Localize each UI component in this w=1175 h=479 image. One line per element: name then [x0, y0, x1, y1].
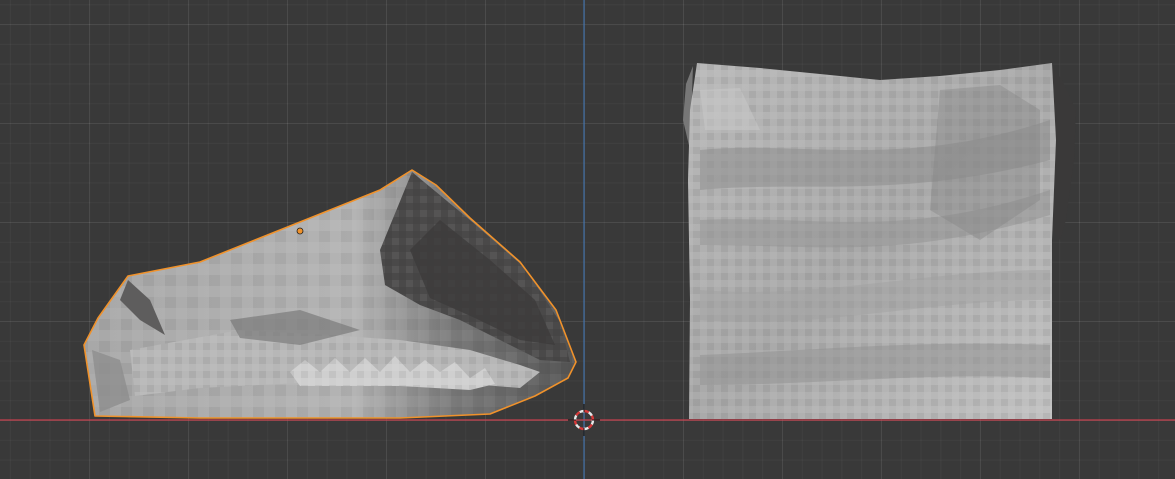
3d-viewport[interactable] — [0, 0, 1175, 479]
viewport-canvas — [0, 0, 1175, 479]
object-origin-point[interactable] — [296, 227, 304, 235]
sculpted-jaw-mesh[interactable] — [83, 169, 577, 419]
sculpted-block-mesh[interactable] — [683, 63, 1076, 419]
